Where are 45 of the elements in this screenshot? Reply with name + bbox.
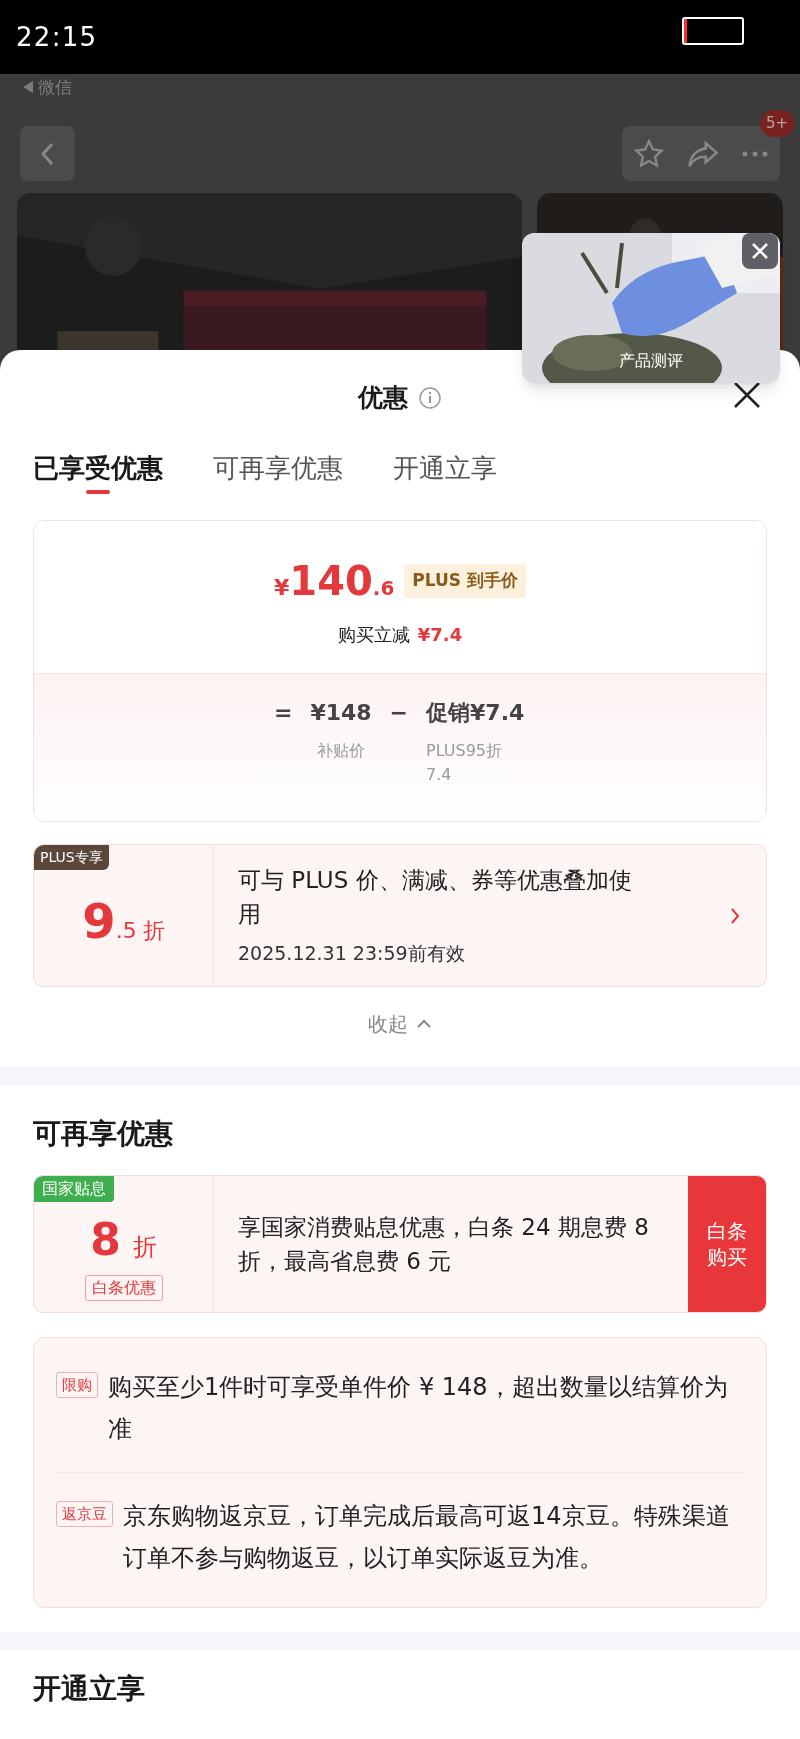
share-icon[interactable]: [686, 138, 720, 169]
buy-button[interactable]: 白条购买: [688, 1176, 766, 1312]
final-price: ¥140.6: [274, 557, 395, 606]
status-time: 22:15: [16, 20, 98, 54]
tab[interactable]: 可再享优惠: [213, 446, 343, 490]
collapse-button[interactable]: 收起: [368, 1009, 432, 1039]
star-icon[interactable]: [632, 137, 665, 170]
more-icon[interactable]: [741, 149, 770, 158]
video-card[interactable]: 产品测评: [522, 233, 780, 383]
section-title: 可再享优惠: [33, 1117, 173, 1150]
video-caption: 产品测评: [618, 350, 684, 372]
base-price-label: 补贴价: [317, 740, 365, 762]
chevron-up-icon: [416, 1019, 432, 1029]
battery-icon: [682, 17, 744, 45]
promo-value: 促销¥7.4: [426, 699, 526, 727]
coupon-description: 可与 PLUS 价、满减、券等优惠叠加使用: [238, 866, 633, 930]
close-icon[interactable]: [742, 233, 778, 269]
back-triangle-icon: [22, 80, 34, 94]
note-text: 购买至少1件时可享受单件价 ¥ 148，超出数量以结算价为准: [108, 1372, 729, 1445]
coupon-subtag: 白条优惠: [84, 1275, 163, 1301]
discount-rate: 8 折: [90, 1213, 157, 1267]
coupon-validity: 2025.12.31 23:59前有效: [238, 941, 466, 967]
note-text: 京东购物返京豆，订单完成后最高可返14京豆。特殊渠道订单不参与购物返豆，以订单实际返豆为准。: [123, 1501, 731, 1574]
section-title: 开通立享: [33, 1672, 145, 1705]
notification-badge: 5+: [759, 110, 794, 137]
discount-value: ¥7.4: [417, 623, 463, 647]
equals-sign: =: [273, 699, 293, 727]
coupon-tag: PLUS专享: [34, 845, 109, 870]
back-button[interactable]: [20, 126, 75, 181]
discount-rate: 9.5 折: [82, 891, 165, 951]
price-tag: PLUS 到手价: [404, 564, 526, 598]
chevron-right-icon: [730, 906, 740, 925]
note-tag: 返京豆: [56, 1501, 113, 1527]
info-icon[interactable]: [418, 386, 442, 410]
coupon-card[interactable]: PLUS专享 9.5 折 可与 PLUS 价、满减、券等优惠叠加使用 2025.12.31 23:59前有效: [33, 844, 767, 987]
promo-note: PLUS95折 7.4: [426, 740, 504, 786]
base-price: ¥148: [310, 699, 372, 727]
tab[interactable]: 开通立享: [393, 446, 497, 490]
discount-label: 购买立减: [337, 623, 410, 647]
coupon-tag: 国家贴息: [34, 1176, 114, 1202]
minus-sign: −: [389, 699, 409, 727]
coupon-description: 享国家消费贴息优惠，白条 24 期息费 8 折，最高省息费 6 元: [238, 1213, 650, 1276]
sheet-title: 优惠: [358, 382, 408, 415]
close-button[interactable]: [732, 380, 762, 410]
note-tag: 限购: [56, 1372, 98, 1398]
